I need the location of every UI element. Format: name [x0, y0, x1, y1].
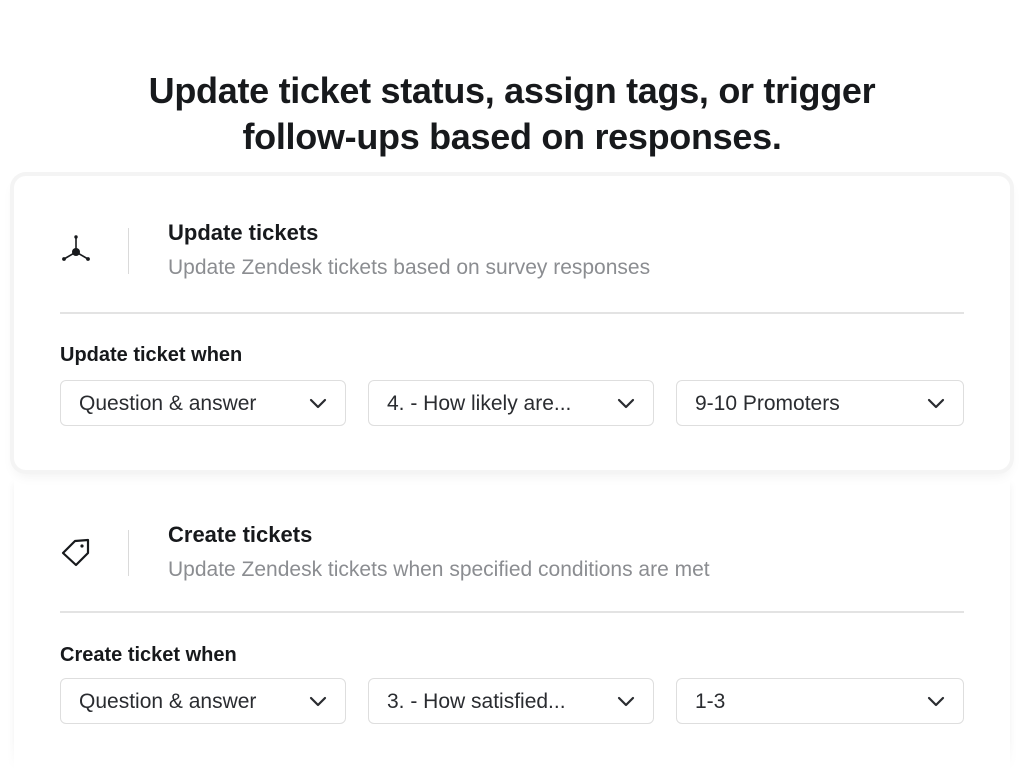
- create-tickets-card: Create tickets Update Zendesk tickets wh…: [14, 478, 1010, 768]
- nodes-connection-icon: [60, 234, 92, 266]
- horizontal-divider: [60, 312, 964, 314]
- chevron-down-icon: [927, 395, 945, 413]
- question-select[interactable]: 4. - How likely are...: [368, 380, 654, 426]
- headline-line-1: Update ticket status, assign tags, or tr…: [148, 70, 876, 112]
- answer-select[interactable]: 1-3: [676, 678, 964, 724]
- select-value: 9-10 Promoters: [695, 392, 840, 415]
- chevron-down-icon: [927, 693, 945, 711]
- card-title: Create tickets: [168, 522, 313, 547]
- chevron-down-icon: [309, 395, 327, 413]
- answer-select[interactable]: 9-10 Promoters: [676, 380, 964, 426]
- question-select[interactable]: 3. - How satisfied...: [368, 678, 654, 724]
- vertical-divider: [128, 228, 129, 274]
- chevron-down-icon: [617, 395, 635, 413]
- rule-label: Update ticket when: [60, 344, 243, 366]
- update-tickets-card: Update tickets Update Zendesk tickets ba…: [14, 176, 1010, 470]
- bottom-fade: [0, 740, 1024, 768]
- select-value: Question & answer: [79, 392, 257, 415]
- card-header: Create tickets Update Zendesk tickets wh…: [60, 514, 964, 584]
- condition-type-select[interactable]: Question & answer: [60, 380, 346, 426]
- rule-label: Create ticket when: [60, 644, 237, 666]
- select-value: Question & answer: [79, 690, 257, 713]
- card-subtitle: Update Zendesk tickets when specified co…: [168, 558, 710, 581]
- condition-selects: Question & answer 3. - How satisfied... …: [60, 678, 964, 726]
- select-value: 1-3: [695, 690, 726, 713]
- select-value: 3. - How satisfied...: [387, 690, 566, 713]
- condition-type-select[interactable]: Question & answer: [60, 678, 346, 724]
- select-value: 4. - How likely are...: [387, 392, 572, 415]
- card-header: Update tickets Update Zendesk tickets ba…: [60, 212, 964, 282]
- card-title: Update tickets: [168, 220, 319, 245]
- tag-icon: [60, 536, 92, 568]
- page-headline: Update ticket status, assign tags, or tr…: [0, 68, 1024, 160]
- page: Update ticket status, assign tags, or tr…: [0, 0, 1024, 768]
- card-subtitle: Update Zendesk tickets based on survey r…: [168, 256, 651, 279]
- headline-line-2: follow-ups based on responses.: [242, 116, 782, 158]
- vertical-divider: [128, 530, 129, 576]
- horizontal-divider: [60, 611, 964, 613]
- condition-selects: Question & answer 4. - How likely are...…: [60, 380, 964, 428]
- chevron-down-icon: [309, 693, 327, 711]
- chevron-down-icon: [617, 693, 635, 711]
